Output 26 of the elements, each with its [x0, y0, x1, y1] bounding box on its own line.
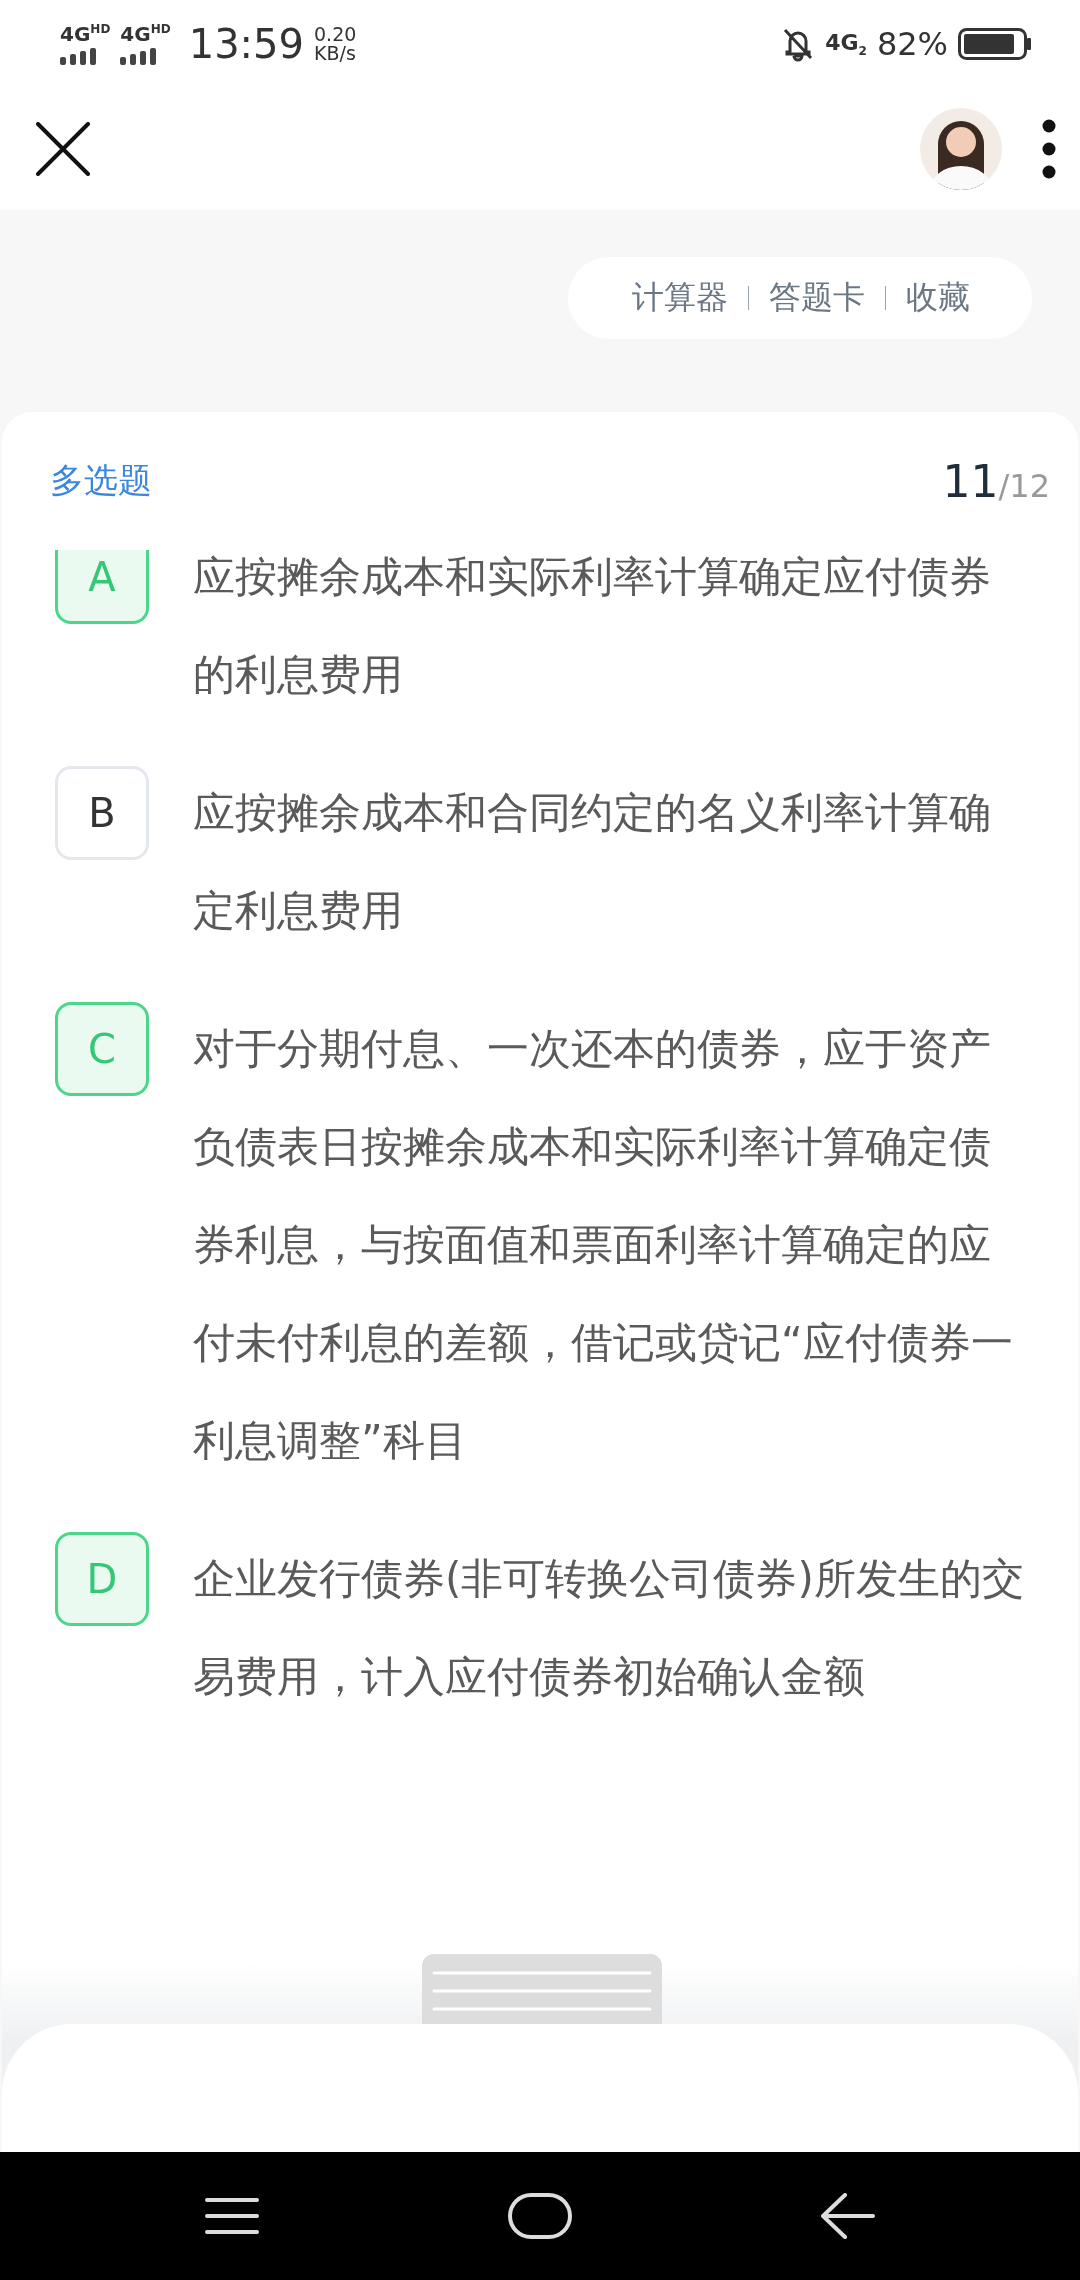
- signal-icon: [120, 47, 157, 65]
- option-text[interactable]: 对于分期付息、一次还本的债券，应于资产负债表日按摊余成本和实际利率计算确定债券利息，与按面值和票面利率计算确定的应付未付利息的差额，借记或贷记“应付债券一利息调整”科目: [193, 1000, 1028, 1490]
- toolbar-button[interactable]: 收藏: [886, 276, 990, 320]
- speed-unit: KB/s: [314, 44, 357, 63]
- menu-icon[interactable]: [204, 2197, 259, 2235]
- question-total: /12: [998, 466, 1050, 505]
- option-letter[interactable]: B: [55, 766, 149, 860]
- option-text[interactable]: 应按摊余成本和合同约定的名义利率计算确定利息费用: [193, 764, 1028, 960]
- close-icon[interactable]: [36, 122, 90, 176]
- question-number: 11: [942, 455, 999, 507]
- network-label: 4G$^{HD}$: [120, 23, 171, 44]
- network-speed: 0.20: [314, 25, 357, 44]
- network-label: 4G$^{HD}$: [60, 23, 111, 44]
- option-text[interactable]: 企业发行债券(非可转换公司债券)所发生的交易费用，计入应付债券初始确认金额: [193, 1530, 1028, 1726]
- signal-icon: [60, 47, 96, 65]
- more-icon[interactable]: [1042, 119, 1056, 179]
- question-type: 多选题: [50, 459, 152, 502]
- battery-icon: [958, 28, 1032, 60]
- clock: 13:59: [188, 21, 304, 67]
- back-icon[interactable]: [821, 2193, 876, 2239]
- toolbar-button[interactable]: 计算器: [612, 276, 748, 320]
- home-icon[interactable]: [508, 2193, 572, 2239]
- battery-percent: 82%: [876, 25, 948, 63]
- option-text[interactable]: 应按摊余成本和实际利率计算确定应付债券的利息费用: [193, 550, 1028, 724]
- network-label: 4G$_{2}$: [825, 29, 867, 59]
- toolbar-button[interactable]: 答题卡: [749, 276, 885, 320]
